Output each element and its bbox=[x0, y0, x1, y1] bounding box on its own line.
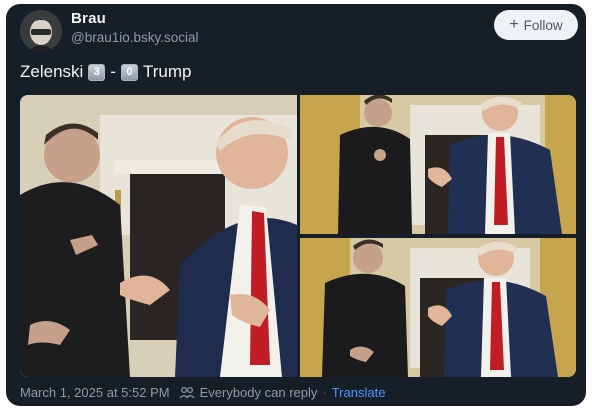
follow-label: Follow bbox=[523, 17, 563, 33]
post-text: Zelenski 3 - 0 Trump bbox=[20, 62, 191, 82]
footer-separator: · bbox=[322, 385, 327, 400]
post-text-part1: Zelenski bbox=[20, 62, 84, 81]
avatar-photo-icon bbox=[20, 10, 62, 52]
author-avatar[interactable] bbox=[20, 10, 62, 52]
post-media-grid bbox=[20, 95, 576, 377]
plus-icon: + bbox=[509, 16, 519, 33]
media-image-3[interactable] bbox=[300, 238, 576, 377]
media-image-1[interactable] bbox=[20, 95, 297, 377]
photo-image bbox=[300, 238, 576, 377]
follow-button[interactable]: + Follow bbox=[494, 10, 578, 40]
author-handle[interactable]: @brau1io.bsky.social bbox=[71, 30, 199, 45]
post-card[interactable]: Brau @brau1io.bsky.social + Follow Zelen… bbox=[6, 4, 586, 406]
people-icon bbox=[179, 386, 195, 398]
translate-link[interactable]: Translate bbox=[332, 385, 386, 400]
post-footer: March 1, 2025 at 5:52 PM Everybody can r… bbox=[20, 385, 385, 400]
photo-image bbox=[300, 95, 576, 234]
keycap-digit-icon: 3 bbox=[88, 63, 106, 81]
post-timestamp[interactable]: March 1, 2025 at 5:52 PM bbox=[20, 385, 170, 400]
post-text-part2: Trump bbox=[142, 62, 192, 81]
photo-image bbox=[20, 95, 297, 377]
post-text-dash: - bbox=[110, 62, 116, 81]
author-display-name[interactable]: Brau bbox=[71, 10, 106, 27]
reply-setting-label: Everybody can reply bbox=[199, 385, 318, 400]
keycap-digit-icon: 0 bbox=[120, 63, 138, 81]
media-image-2[interactable] bbox=[300, 95, 576, 234]
